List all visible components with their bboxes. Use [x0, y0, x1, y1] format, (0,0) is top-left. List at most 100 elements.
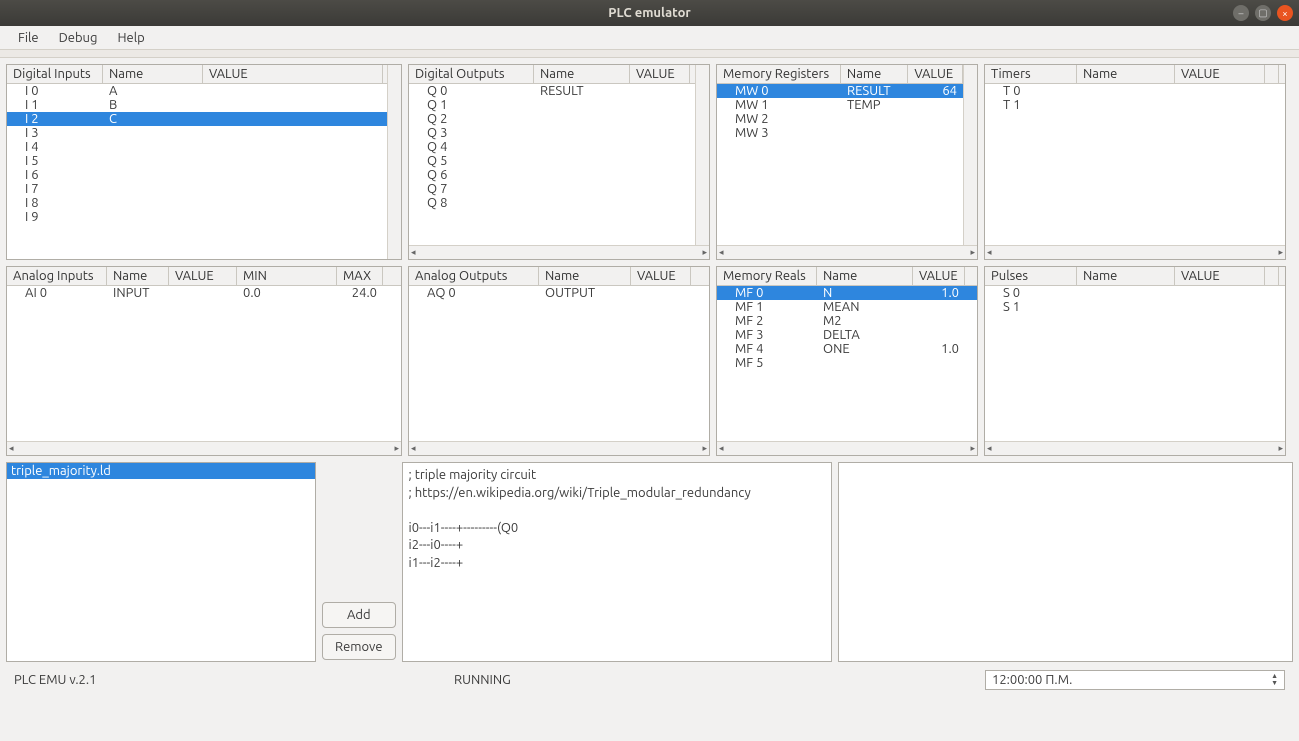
column-header[interactable]: [1265, 267, 1279, 285]
table-row[interactable]: S 1: [985, 300, 1285, 314]
column-header[interactable]: Name: [1077, 267, 1175, 285]
minimize-button[interactable]: –: [1233, 5, 1249, 21]
table-row[interactable]: I 2C: [7, 112, 387, 126]
column-header[interactable]: VALUE: [630, 65, 690, 83]
column-header[interactable]: Memory Registers: [717, 65, 841, 83]
table-row[interactable]: MW 0RESULT64: [717, 84, 963, 98]
table-cell: [841, 112, 908, 126]
column-header[interactable]: Memory Reals: [717, 267, 817, 285]
menu-debug[interactable]: Debug: [49, 29, 108, 47]
table-row[interactable]: MW 3: [717, 126, 963, 140]
scrollbar-horizontal[interactable]: ◂▸: [985, 441, 1285, 455]
table-row[interactable]: AQ 0OUTPUT: [409, 286, 709, 300]
column-header[interactable]: Name: [841, 65, 908, 83]
column-header[interactable]: Name: [107, 267, 169, 285]
table-row[interactable]: Q 5: [409, 154, 695, 168]
column-header[interactable]: Name: [539, 267, 631, 285]
table-row[interactable]: I 5: [7, 154, 387, 168]
column-header[interactable]: Name: [103, 65, 203, 83]
scrollbar-vertical[interactable]: [695, 65, 709, 245]
column-header[interactable]: Pulses: [985, 267, 1077, 285]
table-row[interactable]: Q 7: [409, 182, 695, 196]
add-button[interactable]: Add: [322, 602, 396, 628]
table-row[interactable]: I 1B: [7, 98, 387, 112]
time-field[interactable]: 12:00:00 Π.Μ. ▲▼: [985, 670, 1285, 690]
menu-file[interactable]: File: [8, 29, 49, 47]
table-cell: S 1: [985, 300, 1077, 314]
table-row[interactable]: MW 2: [717, 112, 963, 126]
column-header[interactable]: Name: [1077, 65, 1175, 83]
table-cell: [630, 168, 690, 182]
column-header[interactable]: Name: [817, 267, 913, 285]
table-row[interactable]: MF 5: [717, 356, 977, 370]
column-header[interactable]: VALUE: [1175, 267, 1265, 285]
table-cell: [203, 168, 383, 182]
scrollbar-horizontal[interactable]: ◂▸: [409, 441, 709, 455]
table-row[interactable]: Q 2: [409, 112, 695, 126]
column-header[interactable]: MAX: [337, 267, 383, 285]
scrollbar-vertical[interactable]: [387, 65, 401, 259]
table-cell: C: [103, 112, 203, 126]
column-header[interactable]: Analog Inputs: [7, 267, 107, 285]
table-cell: I 1: [7, 98, 103, 112]
column-header[interactable]: VALUE: [631, 267, 691, 285]
table-row[interactable]: Q 8: [409, 196, 695, 210]
column-header[interactable]: Digital Inputs: [7, 65, 103, 83]
file-item[interactable]: triple_majority.ld: [7, 463, 315, 479]
table-cell: I 7: [7, 182, 103, 196]
code-view[interactable]: ; triple majority circuit ; https://en.w…: [402, 462, 832, 662]
close-button[interactable]: ×: [1277, 5, 1293, 21]
column-header[interactable]: Name: [534, 65, 630, 83]
column-header[interactable]: Digital Outputs: [409, 65, 534, 83]
column-header[interactable]: MIN: [237, 267, 337, 285]
table-row[interactable]: S 0: [985, 286, 1285, 300]
table-row[interactable]: AI 0INPUT0.024.0: [7, 286, 401, 300]
table-row[interactable]: MF 4ONE1.0: [717, 342, 977, 356]
column-header[interactable]: VALUE: [1175, 65, 1265, 83]
table-row[interactable]: Q 3: [409, 126, 695, 140]
table-cell: DELTA: [817, 328, 913, 342]
menu-help[interactable]: Help: [107, 29, 154, 47]
scrollbar-horizontal[interactable]: ◂▸: [409, 245, 709, 259]
table-cell: [203, 154, 383, 168]
column-header[interactable]: VALUE: [913, 267, 965, 285]
table-row[interactable]: I 9: [7, 210, 387, 224]
scrollbar-horizontal[interactable]: ◂▸: [717, 245, 977, 259]
table-row[interactable]: MF 2M2: [717, 314, 977, 328]
time-spinner[interactable]: ▲▼: [1271, 673, 1278, 687]
file-list[interactable]: triple_majority.ld: [6, 462, 316, 662]
table-row[interactable]: T 0: [985, 84, 1285, 98]
table-row[interactable]: I 0A: [7, 84, 387, 98]
table-row[interactable]: MF 3DELTA: [717, 328, 977, 342]
panel-analog-inputs: Analog InputsNameVALUEMINMAX AI 0INPUT0.…: [6, 266, 402, 456]
table-cell: [534, 196, 630, 210]
table-cell: MEAN: [817, 300, 913, 314]
table-row[interactable]: T 1: [985, 98, 1285, 112]
table-row[interactable]: I 7: [7, 182, 387, 196]
table-row[interactable]: I 3: [7, 126, 387, 140]
scrollbar-horizontal[interactable]: ◂▸: [717, 441, 977, 455]
remove-button[interactable]: Remove: [322, 634, 396, 660]
table-row[interactable]: MW 1TEMP: [717, 98, 963, 112]
table-row[interactable]: I 4: [7, 140, 387, 154]
table-row[interactable]: Q 0RESULT: [409, 84, 695, 98]
column-header[interactable]: Timers: [985, 65, 1077, 83]
table-row[interactable]: I 6: [7, 168, 387, 182]
scrollbar-vertical[interactable]: [963, 65, 977, 245]
maximize-button[interactable]: ▢: [1255, 5, 1271, 21]
scrollbar-horizontal[interactable]: ◂▸: [985, 245, 1285, 259]
column-header[interactable]: VALUE: [908, 65, 963, 83]
column-header[interactable]: Analog Outputs: [409, 267, 539, 285]
table-row[interactable]: Q 4: [409, 140, 695, 154]
table-row[interactable]: Q 1: [409, 98, 695, 112]
table-row[interactable]: MF 1MEAN: [717, 300, 977, 314]
table-row[interactable]: MF 0N1.0: [717, 286, 977, 300]
panel-pulses: PulsesNameVALUE S 0S 1 ◂▸: [984, 266, 1286, 456]
column-header[interactable]: [1265, 65, 1279, 83]
table-row[interactable]: Q 6: [409, 168, 695, 182]
scrollbar-horizontal[interactable]: ◂▸: [7, 441, 401, 455]
table-row[interactable]: I 8: [7, 196, 387, 210]
table-cell: [1077, 98, 1175, 112]
column-header[interactable]: VALUE: [203, 65, 383, 83]
column-header[interactable]: VALUE: [169, 267, 237, 285]
